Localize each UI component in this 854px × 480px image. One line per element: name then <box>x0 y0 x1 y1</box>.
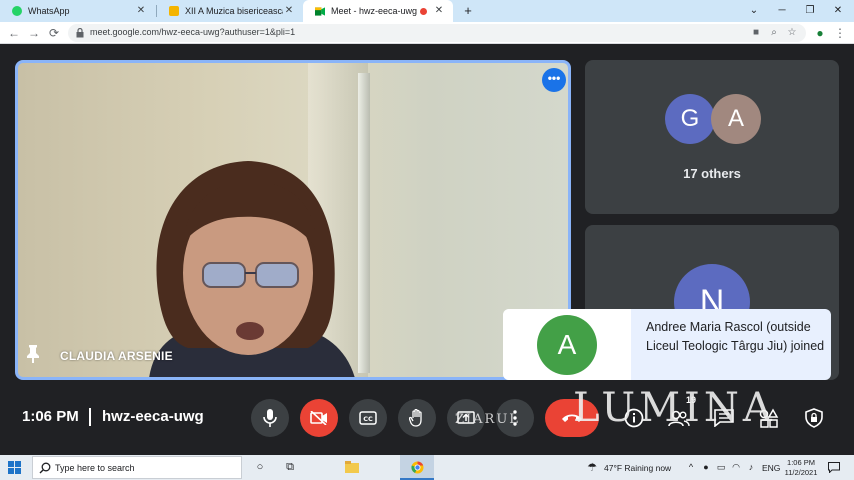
restore-button[interactable]: ❐ <box>796 0 824 22</box>
divider <box>89 408 91 426</box>
bookmark-star-icon[interactable]: ☆ <box>786 27 798 39</box>
recording-icon <box>420 7 427 15</box>
close-window-button[interactable]: ✕ <box>824 0 852 22</box>
microphone-button[interactable] <box>251 399 289 437</box>
back-button[interactable]: ← <box>6 25 22 41</box>
svg-text:CC: CC <box>363 415 373 423</box>
tab-title: XII A Muzica bisericeasca si Ghid <box>185 6 283 16</box>
close-icon[interactable]: ✕ <box>283 5 295 17</box>
participant-video <box>149 161 355 377</box>
zoom-icon[interactable]: ⌕ <box>768 27 780 39</box>
meet-icon <box>315 6 325 16</box>
notifications-icon[interactable] <box>826 459 842 475</box>
camera-off-button[interactable] <box>300 399 338 437</box>
lock-icon <box>76 28 84 38</box>
url-text: meet.google.com/hwz-eeca-uwg?authuser=1&… <box>90 27 296 37</box>
file-explorer-icon[interactable] <box>344 459 360 475</box>
taskbar-date: 11/2/2021 <box>784 468 818 477</box>
network-icon[interactable]: ◠ <box>728 459 744 475</box>
participant-name: CLAUDIA ARSENIE <box>60 349 173 363</box>
windows-start-icon[interactable] <box>8 461 21 474</box>
language-indicator[interactable]: ENG <box>762 463 780 473</box>
reload-button[interactable]: ⟳ <box>46 25 62 41</box>
meet-stage: ••• CLAUDIA ARSENIE G A 17 others N A An… <box>0 45 854 455</box>
hand-icon <box>409 409 422 427</box>
notification-message: Andree Maria Rascol (outside Liceul Teol… <box>646 320 825 353</box>
more-options-button[interactable]: ••• <box>542 68 566 92</box>
microphone-icon <box>263 409 277 427</box>
others-tile[interactable]: G A 17 others <box>585 60 839 214</box>
host-controls-button[interactable] <box>799 403 829 433</box>
meeting-clock: 1:06 PM <box>22 408 79 425</box>
camera-in-use-icon[interactable]: ■ <box>750 27 762 39</box>
weather-icon[interactable]: ☂ <box>584 459 600 475</box>
forward-button[interactable]: → <box>26 25 42 41</box>
task-view-icon[interactable]: ⧉ <box>282 459 298 475</box>
volume-icon[interactable]: ♪ <box>743 459 759 475</box>
tab-search-button[interactable]: ⌄ <box>740 0 768 22</box>
windows-taskbar: Type here to search ○ ⧉ ☂ 47°F Raining n… <box>0 455 854 480</box>
camera-off-icon <box>310 411 327 425</box>
profile-icon[interactable]: ● <box>812 25 828 41</box>
meeting-code: hwz-eeca-uwg <box>102 408 204 425</box>
chrome-icon <box>409 459 425 475</box>
watermark-small-text: ZIARUL <box>455 412 520 427</box>
main-video-tile[interactable]: ••• CLAUDIA ARSENIE <box>15 60 571 380</box>
close-icon[interactable]: ✕ <box>433 5 445 17</box>
watermark-logo-text: LUMINA <box>573 385 776 431</box>
browser-tab-strip: WhatsApp ✕ XII A Muzica bisericeasca si … <box>0 0 854 22</box>
others-count-label: 17 others <box>683 166 741 181</box>
close-icon[interactable]: ✕ <box>135 5 147 17</box>
address-bar[interactable]: meet.google.com/hwz-eeca-uwg?authuser=1&… <box>68 24 806 42</box>
show-hidden-icons[interactable]: ^ <box>683 459 699 475</box>
browser-menu-icon[interactable]: ⋮ <box>832 25 848 41</box>
battery-icon[interactable]: ▭ <box>713 459 729 475</box>
captions-button[interactable]: CC <box>349 399 387 437</box>
tab-whatsapp[interactable]: WhatsApp ✕ <box>0 0 155 22</box>
tab-title: WhatsApp <box>28 6 70 16</box>
minimize-button[interactable]: ─ <box>768 0 796 22</box>
tab-title: Meet - hwz-eeca-uwg <box>331 6 418 16</box>
search-placeholder: Type here to search <box>55 463 135 473</box>
browser-toolbar: ← → ⟳ meet.google.com/hwz-eeca-uwg?authu… <box>0 22 854 44</box>
whatsapp-icon <box>12 6 22 16</box>
pin-icon[interactable] <box>26 345 40 363</box>
avatar: A <box>537 315 597 375</box>
captions-icon: CC <box>359 411 377 425</box>
classroom-icon <box>169 6 179 16</box>
join-notification: A Andree Maria Rascol (outside Liceul Te… <box>503 309 831 380</box>
notification-avatar-area: A <box>503 309 631 380</box>
raise-hand-button[interactable] <box>398 399 436 437</box>
avatar: G <box>665 94 715 144</box>
avatar: A <box>711 94 761 144</box>
taskbar-time: 1:06 PM <box>787 458 815 467</box>
search-icon <box>39 462 51 474</box>
shield-lock-icon <box>805 408 823 428</box>
taskbar-search[interactable]: Type here to search <box>32 456 242 479</box>
new-tab-button[interactable]: + <box>460 3 476 19</box>
microphone-tray-icon[interactable]: ● <box>698 459 714 475</box>
taskbar-clock[interactable]: 1:06 PM 11/2/2021 <box>780 458 822 478</box>
tab-meet[interactable]: Meet - hwz-eeca-uwg ✕ <box>303 0 453 22</box>
tab-classroom[interactable]: XII A Muzica bisericeasca si Ghid ✕ <box>157 0 303 22</box>
cortana-icon[interactable]: ○ <box>252 459 268 475</box>
weather-text[interactable]: 47°F Raining now <box>604 463 671 473</box>
screen: WhatsApp ✕ XII A Muzica bisericeasca si … <box>0 0 854 480</box>
